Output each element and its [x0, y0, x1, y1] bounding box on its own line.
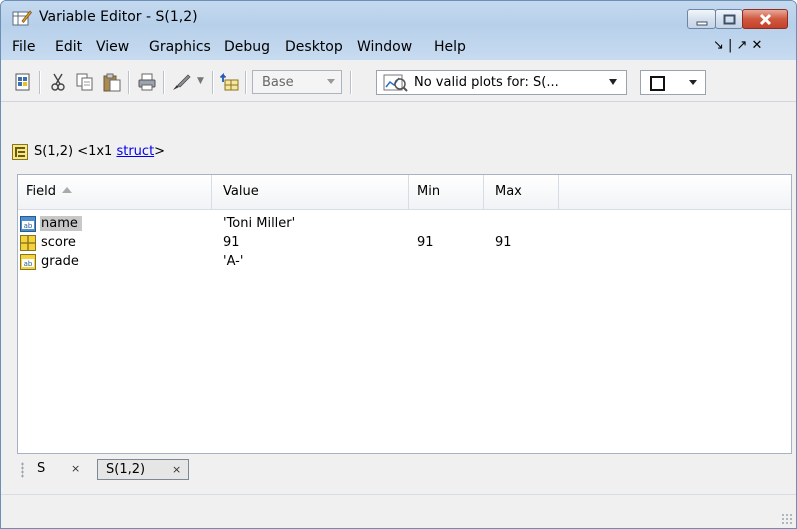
field-max: 91 [495, 235, 512, 250]
menu-window[interactable]: Window [357, 39, 412, 55]
char-icon: ab [20, 216, 36, 232]
print-icon[interactable] [136, 71, 158, 93]
field-value[interactable]: 91 [223, 235, 240, 250]
numeric-array-icon [20, 235, 36, 251]
table-row[interactable]: score 91 91 91 [18, 234, 791, 253]
brush-dropdown-icon[interactable]: ▼ [197, 76, 204, 86]
column-header-value[interactable]: Value [223, 184, 259, 199]
struct-link[interactable]: struct [116, 144, 154, 159]
variable-editor-icon [12, 10, 32, 26]
menu-debug[interactable]: Debug [224, 39, 270, 55]
table-header: Field Value Min Max [18, 175, 791, 210]
field-min: 91 [417, 235, 434, 250]
menu-file[interactable]: File [12, 39, 35, 55]
svg-text:ab: ab [24, 222, 33, 230]
close-icon[interactable]: × [71, 462, 80, 475]
menu-bar: File Edit View Graphics Debug Desktop Wi… [1, 35, 796, 60]
field-value[interactable]: 'A-' [223, 254, 243, 269]
copy-icon[interactable] [74, 71, 96, 93]
brush-icon[interactable] [170, 71, 196, 93]
field-value[interactable]: 'Toni Miller' [223, 216, 295, 231]
paste-icon[interactable] [101, 71, 123, 93]
fields-table: Field Value Min Max ab name 'Toni Miller… [17, 174, 792, 454]
char-icon: ab [20, 254, 36, 270]
tab-s[interactable]: S × [29, 459, 97, 480]
menu-graphics[interactable]: Graphics [149, 39, 211, 55]
column-header-max[interactable]: Max [495, 184, 522, 199]
plot-icon [383, 74, 408, 92]
close-button[interactable] [742, 9, 788, 29]
tab-label: S [37, 461, 46, 476]
close-icon[interactable]: × [172, 463, 181, 476]
sort-ascending-icon [62, 187, 73, 193]
column-header-field[interactable]: Field [26, 184, 73, 199]
maximize-button[interactable] [715, 9, 743, 29]
new-variable-icon[interactable] [12, 71, 34, 93]
column-header-min[interactable]: Min [417, 184, 440, 199]
tab-label: S(1,2) [106, 462, 146, 477]
drag-handle-icon[interactable] [21, 462, 24, 478]
svg-text:ab: ab [24, 260, 33, 268]
field-name[interactable]: score [40, 235, 80, 250]
plot-combo-label: No valid plots for: S(... [414, 75, 559, 90]
dock-controls[interactable]: ↘ | ↗ ✕ [713, 38, 786, 53]
table-row[interactable]: ab grade 'A-' [18, 253, 791, 272]
menu-desktop[interactable]: Desktop [285, 39, 343, 55]
chevron-down-icon [609, 79, 617, 85]
document-tabs: S × S(1,2) × [17, 456, 792, 484]
variable-editor-window: Variable Editor - S(1,2) File Edit View … [0, 0, 797, 529]
menu-edit[interactable]: Edit [55, 39, 82, 55]
minimize-button[interactable] [687, 9, 716, 29]
layout-square-icon [650, 76, 665, 91]
toolbar-row: ▼ Base No valid plots for: S(... [1, 63, 796, 102]
chevron-down-icon [689, 80, 697, 85]
breadcrumb-text: S(1,2) <1x1 struct> [34, 144, 166, 159]
menu-view[interactable]: View [96, 39, 129, 55]
window-title: Variable Editor - S(1,2) [39, 9, 198, 25]
toolbar: ▼ Base No valid plots for: S(... [1, 60, 796, 140]
struct-icon [12, 144, 28, 160]
status-bar [1, 494, 796, 528]
plot-selector[interactable]: No valid plots for: S(... [376, 70, 627, 95]
field-name[interactable]: grade [40, 254, 83, 269]
field-name[interactable]: name [40, 216, 82, 231]
table-row[interactable]: ab name 'Toni Miller' [18, 215, 791, 234]
tab-s-1-2[interactable]: S(1,2) × [97, 459, 189, 480]
menu-help[interactable]: Help [434, 39, 466, 55]
workspace-combo[interactable]: Base [252, 70, 342, 94]
up-one-level-icon[interactable] [219, 71, 241, 93]
cut-icon[interactable] [47, 71, 69, 93]
layout-button[interactable] [640, 70, 706, 95]
chevron-down-icon [327, 79, 335, 84]
resize-grip-icon[interactable] [781, 513, 793, 525]
